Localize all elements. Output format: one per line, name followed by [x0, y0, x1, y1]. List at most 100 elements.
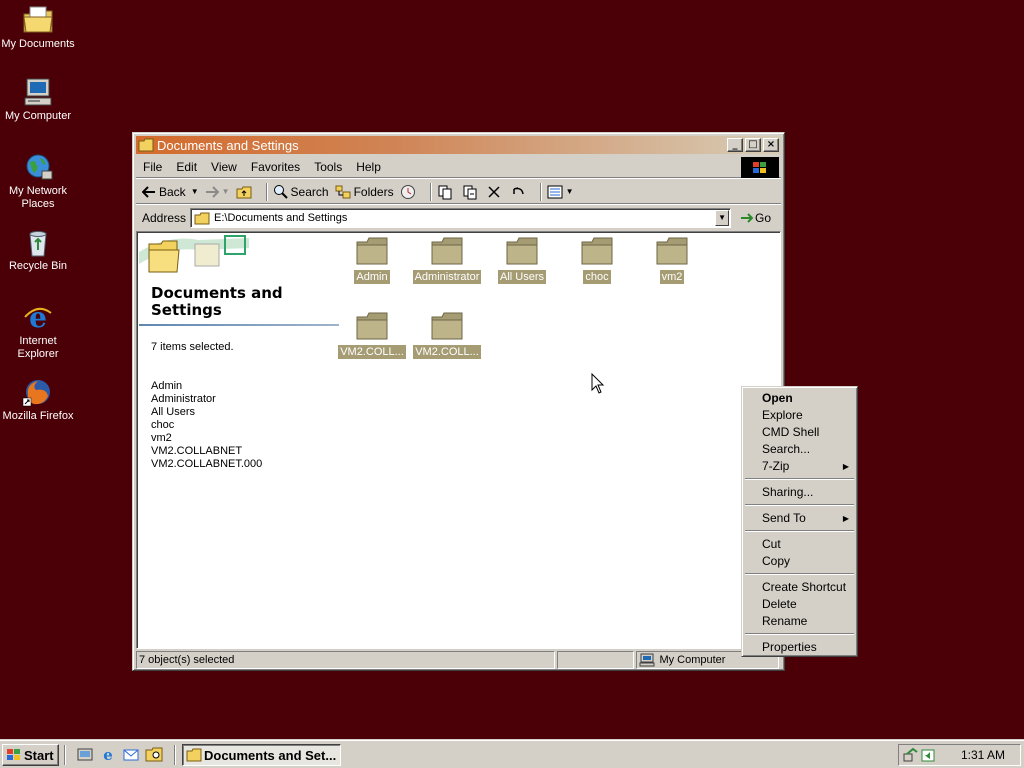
address-input[interactable]: E:\Documents and Settings ▼: [190, 208, 732, 228]
address-bar: Address E:\Documents and Settings ▼ Go: [136, 206, 781, 230]
views-dropdown-icon: ▼: [565, 187, 574, 196]
desktop-icon-firefox[interactable]: Mozilla Firefox: [0, 376, 76, 423]
mouse-pointer-icon: [591, 373, 605, 394]
internet-explorer-icon: e: [24, 301, 52, 333]
back-button[interactable]: Back ▼: [142, 185, 199, 199]
folder-item-vm2-collabnet-000[interactable]: VM2.COLL...: [411, 311, 483, 362]
copy-to-button[interactable]: [462, 184, 481, 200]
list-item: Admin: [151, 380, 183, 392]
menu-item-copy[interactable]: Copy: [744, 553, 855, 570]
menu-item-rename[interactable]: Rename: [744, 613, 855, 630]
address-dropdown-button[interactable]: ▼: [715, 210, 730, 226]
search-icon: [273, 185, 288, 199]
folder-icon: [356, 312, 388, 340]
folder-item-vm2-collabnet[interactable]: VM2.COLL...: [336, 311, 408, 362]
menu-favorites[interactable]: Favorites: [244, 160, 307, 174]
undo-icon: [512, 186, 524, 194]
task-label: Documents and Set...: [204, 747, 337, 763]
folder-view: Documents and Settings 7 items selected.…: [136, 231, 781, 649]
start-label: Start: [24, 747, 54, 763]
folders-label: Folders: [353, 184, 394, 199]
recycle-bin-icon: [29, 231, 47, 257]
menu-tools[interactable]: Tools: [307, 160, 349, 174]
menu-item-label: Send To: [762, 511, 806, 525]
delete-x-icon: [488, 185, 500, 198]
menu-help[interactable]: Help: [349, 160, 388, 174]
minimize-button[interactable]: _: [727, 138, 743, 152]
menu-item-cut[interactable]: Cut: [744, 536, 855, 553]
delete-button[interactable]: [487, 185, 504, 199]
search-button[interactable]: Search: [273, 184, 329, 199]
submenu-arrow-icon: ▶: [842, 514, 849, 523]
undo-button[interactable]: [510, 185, 529, 199]
back-dropdown-icon[interactable]: ▼: [191, 187, 199, 196]
selected-items-list: Admin Administrator All Users choc vm2 V…: [151, 380, 262, 471]
menu-item-7zip[interactable]: 7-Zip ▶: [744, 458, 855, 475]
title-bar[interactable]: Documents and Settings _ □ ×: [136, 136, 781, 154]
explorer-icon[interactable]: [145, 746, 163, 762]
folder-icon: [194, 212, 210, 224]
menu-item-label: 7-Zip: [762, 459, 790, 473]
folder-item-admin[interactable]: Admin: [336, 236, 408, 287]
menu-item-cmd-shell[interactable]: CMD Shell: [744, 424, 855, 441]
menu-item-properties[interactable]: Properties: [744, 639, 855, 656]
quick-launch: e: [76, 746, 163, 762]
menu-file[interactable]: File: [136, 160, 169, 174]
status-bar: 7 object(s) selected My Computer: [136, 651, 781, 669]
show-desktop-icon[interactable]: [76, 746, 94, 762]
folders-button[interactable]: Folders: [335, 185, 394, 199]
web-view-pane: Documents and Settings 7 items selected.…: [139, 234, 342, 646]
menu-bar: File Edit View Favorites Tools Help: [136, 156, 781, 178]
desktop-icon-my-documents[interactable]: My Documents: [0, 4, 76, 51]
desktop-icon-recycle-bin[interactable]: Recycle Bin: [0, 226, 76, 273]
menu-item-explore[interactable]: Explore: [744, 407, 855, 424]
folder-label: All Users: [497, 270, 546, 284]
views-button[interactable]: ▼: [547, 185, 574, 199]
menu-item-delete[interactable]: Delete: [744, 596, 855, 613]
windows-logo-icon: [7, 749, 20, 760]
folder-icon: [431, 237, 463, 265]
menu-item-sharing[interactable]: Sharing...: [744, 484, 855, 501]
explorer-window: Documents and Settings _ □ × File Edit V…: [132, 132, 785, 671]
toolbar: Back ▼ ▼ Search Folders ▼: [136, 180, 781, 204]
menu-item-open[interactable]: Open: [744, 390, 855, 407]
menu-item-create-shortcut[interactable]: Create Shortcut: [744, 579, 855, 596]
folder-item-vm2[interactable]: vm2: [636, 236, 708, 287]
menu-item-search[interactable]: Search...: [744, 441, 855, 458]
desktop-icon-internet-explorer[interactable]: e Internet Explorer: [0, 301, 76, 361]
taskbar-separator: [174, 745, 176, 765]
maximize-button[interactable]: □: [745, 138, 761, 152]
menu-view[interactable]: View: [204, 160, 244, 174]
desktop-icon-label: My Network Places: [8, 185, 68, 210]
clock[interactable]: 1:31 AM: [961, 748, 1005, 762]
start-button[interactable]: Start: [2, 744, 59, 766]
folder-item-all-users[interactable]: All Users: [486, 236, 558, 287]
close-button[interactable]: ×: [763, 138, 779, 152]
forward-button[interactable]: ▼: [205, 185, 230, 198]
desktop-icon-label: My Computer: [4, 110, 72, 122]
desktop-icon-network-places[interactable]: My Network Places: [0, 151, 76, 211]
menu-edit[interactable]: Edit: [169, 160, 204, 174]
internet-explorer-icon[interactable]: e: [99, 746, 117, 762]
folder-item-choc[interactable]: choc: [561, 236, 633, 287]
back-label: Back: [159, 184, 186, 199]
network-tray-icon[interactable]: [903, 747, 919, 763]
outlook-express-icon[interactable]: [122, 746, 140, 762]
history-button[interactable]: [400, 184, 419, 200]
go-button[interactable]: Go: [739, 211, 771, 225]
move-to-button[interactable]: [437, 184, 456, 200]
selected-count: 7 items selected.: [151, 341, 234, 353]
menu-item-send-to[interactable]: Send To ▶: [744, 510, 855, 527]
desktop-icon-label: Recycle Bin: [8, 260, 68, 272]
up-folder-icon: [236, 186, 252, 198]
taskbar-button-documents-and-settings[interactable]: Documents and Set...: [182, 744, 341, 766]
desktop-icon-my-computer[interactable]: My Computer: [0, 76, 76, 123]
folder-item-administrator[interactable]: Administrator: [411, 236, 483, 287]
up-folder-button[interactable]: [236, 185, 255, 199]
folder-icon: [138, 138, 154, 152]
desktop-icon-label: Mozilla Firefox: [2, 410, 74, 422]
forward-dropdown-icon[interactable]: ▼: [222, 187, 230, 196]
volume-tray-icon[interactable]: [921, 747, 935, 763]
status-selected: 7 object(s) selected: [136, 651, 555, 669]
toolbar-separator: [429, 182, 432, 201]
